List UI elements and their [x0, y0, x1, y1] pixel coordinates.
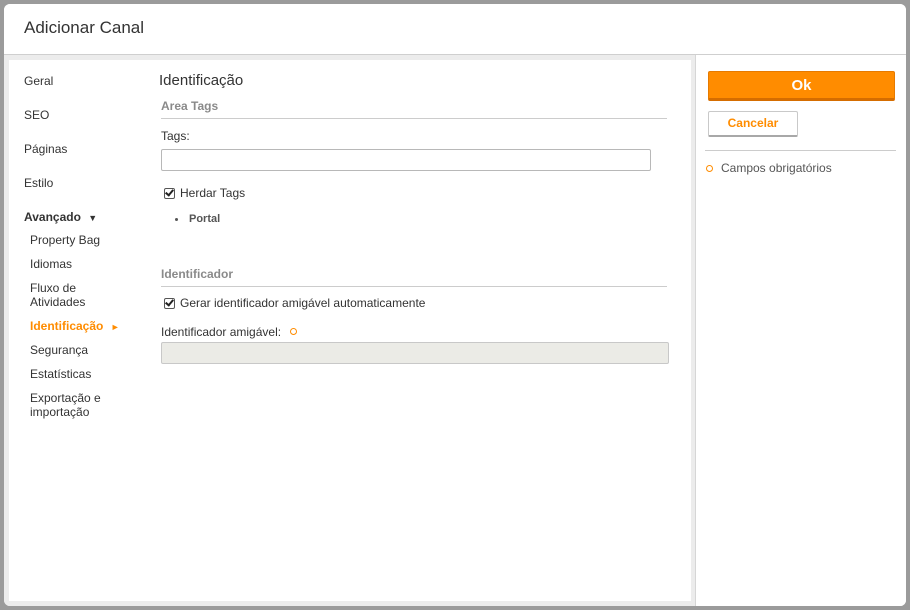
auto-identifier-checkbox[interactable] — [164, 297, 175, 309]
inherit-tags-checkbox[interactable] — [164, 187, 175, 199]
nav-item-seo[interactable]: SEO — [24, 108, 49, 122]
window-frame: Adicionar Canal Geral SEO Páginas Estilo… — [0, 0, 910, 610]
chevron-right-icon: ► — [110, 322, 120, 332]
nav-section-label: Avançado — [24, 210, 81, 224]
section-heading-identificador: Identificador — [161, 267, 667, 287]
inherit-tags-row[interactable]: Herdar Tags — [164, 186, 245, 200]
dialog-header: Adicionar Canal — [4, 4, 906, 55]
required-icon — [290, 328, 298, 336]
main-panel: Geral SEO Páginas Estilo Avançado ▼ Prop… — [9, 60, 691, 601]
chevron-down-icon: ▼ — [88, 213, 98, 223]
dialog-body: Geral SEO Páginas Estilo Avançado ▼ Prop… — [4, 55, 906, 606]
nav-item-estatisticas[interactable]: Estatísticas — [30, 367, 130, 381]
cancel-button[interactable]: Cancelar — [708, 111, 798, 137]
nav-item-label: Identificação — [30, 319, 104, 333]
section-heading-area-tags: Area Tags — [161, 99, 667, 119]
ok-button[interactable]: Ok — [708, 71, 895, 101]
inherited-tag-item: Portal — [175, 213, 220, 225]
inherited-tag-label: Portal — [189, 213, 221, 225]
nav-item-identificacao[interactable]: Identificação ► — [30, 319, 130, 334]
nav-item-fluxo-atividades[interactable]: Fluxo de Atividades — [30, 281, 130, 309]
divider — [705, 150, 896, 151]
tags-input[interactable] — [161, 149, 651, 171]
auto-identifier-row[interactable]: Gerar identificador amigável automaticam… — [164, 296, 425, 310]
nav-item-seguranca[interactable]: Segurança — [30, 343, 130, 357]
nav-item-paginas[interactable]: Páginas — [24, 142, 67, 156]
nav-item-geral[interactable]: Geral — [24, 74, 53, 88]
actions-panel: Ok Cancelar Campos obrigatórios — [695, 55, 906, 606]
bullet-icon — [175, 217, 178, 221]
nav-item-idiomas[interactable]: Idiomas — [30, 257, 130, 271]
required-icon — [706, 164, 713, 172]
friendly-identifier-label: Identificador amigável: — [161, 325, 282, 339]
tags-label: Tags: — [161, 129, 190, 143]
nav-item-property-bag[interactable]: Property Bag — [30, 233, 130, 247]
inherit-tags-label: Herdar Tags — [180, 186, 246, 200]
required-fields-note: Campos obrigatórios — [706, 161, 832, 175]
friendly-identifier-input — [161, 342, 669, 364]
nav-item-estilo[interactable]: Estilo — [24, 176, 53, 190]
auto-identifier-label: Gerar identificador amigável automaticam… — [180, 296, 426, 310]
add-channel-dialog: Adicionar Canal Geral SEO Páginas Estilo… — [4, 4, 906, 606]
page-title: Identificação — [159, 72, 244, 89]
dialog-title: Adicionar Canal — [24, 18, 145, 37]
friendly-identifier-label-row: Identificador amigável: — [161, 325, 298, 339]
nav-item-exportacao-importacao[interactable]: Exportação e importação — [30, 391, 130, 419]
nav-section-avancado[interactable]: Avançado ▼ — [24, 210, 97, 224]
required-fields-label: Campos obrigatórios — [721, 161, 832, 175]
